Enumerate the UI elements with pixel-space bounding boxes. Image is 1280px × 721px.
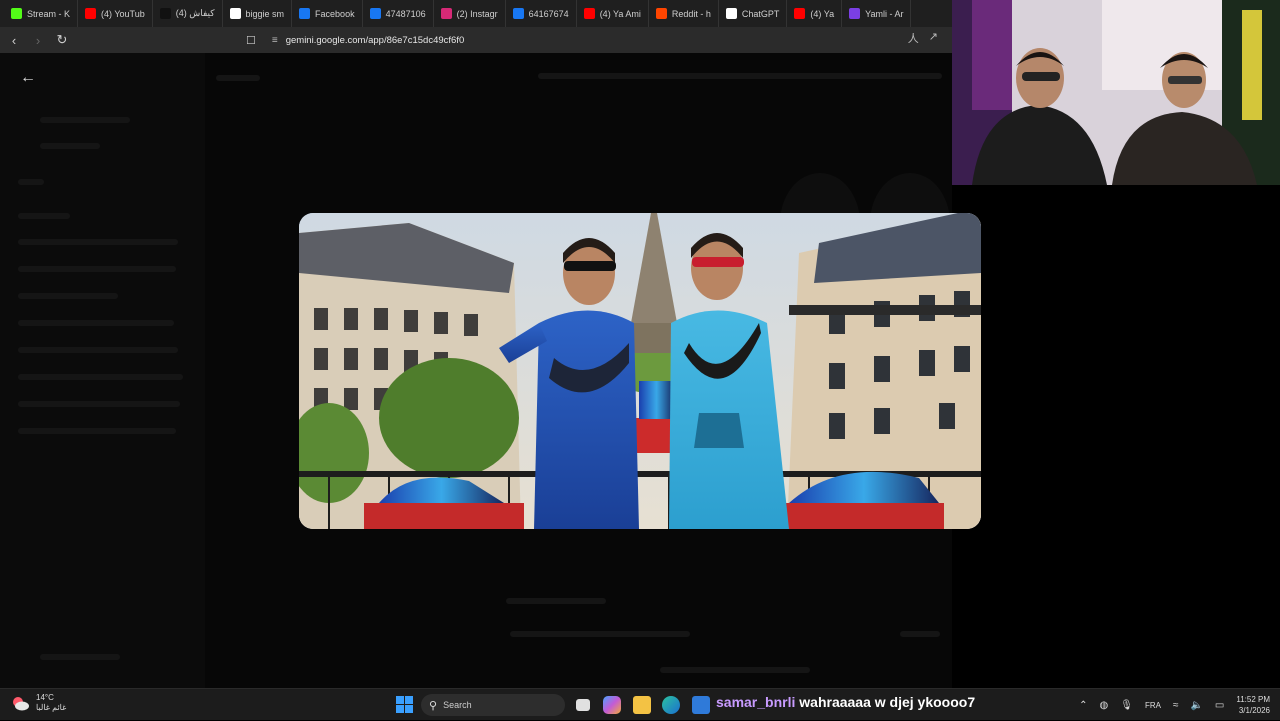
search-label: Search [443, 700, 472, 710]
browser-tab-label: ChatGPT [741, 8, 780, 19]
browser-tab[interactable]: Yamli - Ar [842, 0, 912, 27]
browser-tab-label: (4) Ya [810, 8, 835, 19]
webcam-feed [952, 0, 1280, 185]
close-viewer-back-icon[interactable]: ← [18, 68, 38, 88]
edge-icon[interactable] [662, 696, 680, 714]
windows-taskbar: 14°C غائم غالبا ⚲ Search ⌃ ◍ 🎙 FRA ≈ 🔈 ▭… [0, 688, 1280, 720]
weather-widget[interactable]: 14°C غائم غالبا [10, 693, 66, 713]
browser-tab[interactable]: (2) Instagr [434, 0, 506, 27]
tiktok-icon [159, 8, 171, 19]
browser-tab[interactable]: (4) Ya Ami [577, 0, 649, 27]
browser-tab[interactable]: biggie sm [223, 0, 293, 27]
windows-start-icon[interactable] [396, 696, 413, 713]
url-text: gemini.google.com/app/86e7c15dc49cf6f0 [285, 34, 465, 46]
language-indicator[interactable]: FRA [1145, 701, 1161, 710]
streamer-webcam [952, 0, 1280, 185]
reddit-icon [655, 8, 667, 19]
browser-tab[interactable]: Facebook [292, 0, 363, 27]
weather-cloud-icon [10, 693, 30, 713]
browser-tab-label: Facebook [315, 8, 355, 19]
taskbar-search[interactable]: ⚲ Search [421, 694, 565, 716]
share-icon[interactable]: ↗ [929, 30, 938, 46]
youtube-icon [794, 8, 806, 19]
browser-tab-label: (4) Ya Ami [599, 8, 641, 19]
facebook-icon [369, 8, 381, 19]
browser-tab[interactable]: (4) YouTub [78, 0, 153, 27]
facebook-icon [299, 8, 311, 19]
copilot-icon[interactable] [603, 696, 621, 714]
browser-tab-label: Reddit - h [671, 8, 711, 19]
browser-tab-label: Stream - K [27, 8, 71, 19]
browser-tab[interactable]: 64167674 [506, 0, 577, 27]
browser-tab-label: كيفاش (4) [175, 8, 215, 18]
facebook-icon [512, 8, 524, 19]
microphone-icon[interactable]: 🎙 [1120, 700, 1133, 711]
bookmark-icon[interactable]: ☐ [246, 34, 256, 47]
chevron-up-icon[interactable]: ⌃ [1079, 700, 1087, 711]
search-icon: ⚲ [429, 699, 438, 712]
browser-tab[interactable]: Reddit - h [649, 0, 719, 27]
instagram-icon [440, 8, 452, 19]
browser-tab[interactable]: 47487106 [363, 0, 434, 27]
generated-image-illustration [299, 213, 981, 529]
weather-description: غائم غالبا [36, 703, 67, 712]
generated-image [299, 213, 981, 529]
file-explorer-icon[interactable] [633, 696, 651, 714]
site-info-icon[interactable]: ≡ [272, 35, 278, 46]
forward-nav-icon[interactable]: › [28, 30, 48, 50]
volume-icon[interactable]: 🔈 [1190, 700, 1202, 711]
browser-tab-label: 47487106 [385, 8, 426, 19]
address-bar[interactable]: ☐ ≡ gemini.google.com/app/86e7c15dc49cf6… [246, 30, 946, 50]
browser-tab-label: 64167674 [528, 8, 569, 19]
browser-toolbar: ‹ › ↻ ☐ ≡ gemini.google.com/app/86e7c15d… [0, 27, 952, 53]
clock-date: 3/1/2026 [1238, 706, 1270, 715]
stream-chat-overlay: samar_bnrli wahraaaaa w djej ykoooo7 [716, 694, 975, 710]
clock[interactable]: 11:52 PM 3/1/2026 [1236, 694, 1270, 716]
chat-message: wahraaaaa w djej ykoooo7 [799, 694, 976, 710]
youtube-icon [583, 8, 595, 19]
google-icon [229, 8, 241, 19]
weather-temperature: 14°C [36, 693, 54, 702]
store-icon[interactable] [692, 696, 710, 714]
browser-tab-label: Yamli - Ar [865, 8, 904, 19]
back-nav-icon[interactable]: ‹ [4, 30, 24, 50]
clock-time: 11:52 PM [1236, 695, 1270, 704]
system-tray: ⌃ ◍ 🎙 FRA ≈ 🔈 ▭ 11:52 PM 3/1/2026 [1079, 689, 1280, 721]
battery-icon[interactable]: ▭ [1215, 700, 1224, 711]
chat-username: samar_bnrli [716, 694, 796, 710]
reload-icon[interactable]: ↻ [52, 30, 72, 50]
browser-tab-strip: Stream - K (4) YouTub كيفاش (4) biggie sm Fa… [0, 0, 952, 27]
browser-tab-label: biggie sm [245, 8, 285, 19]
browser-tab[interactable]: ChatGPT [719, 0, 788, 27]
hidden-app-icon[interactable]: ◍ [1100, 700, 1109, 711]
browser-tab[interactable]: Stream - K [4, 0, 79, 27]
kick-icon [11, 8, 22, 19]
browser-tab-label: (2) Instagr [456, 8, 498, 19]
sidebar-dimmed [0, 53, 205, 688]
wifi-icon[interactable]: ≈ [1173, 700, 1179, 711]
translate-icon[interactable]: 人 [908, 30, 919, 46]
browser-tab-label: (4) YouTub [101, 8, 145, 19]
task-view-icon[interactable] [576, 699, 590, 711]
browser-tab[interactable]: كيفاش (4) [153, 0, 223, 27]
yamli-icon [849, 8, 861, 19]
chatgpt-icon [725, 8, 737, 19]
youtube-icon [85, 8, 97, 19]
browser-tab[interactable]: (4) Ya [787, 0, 843, 27]
